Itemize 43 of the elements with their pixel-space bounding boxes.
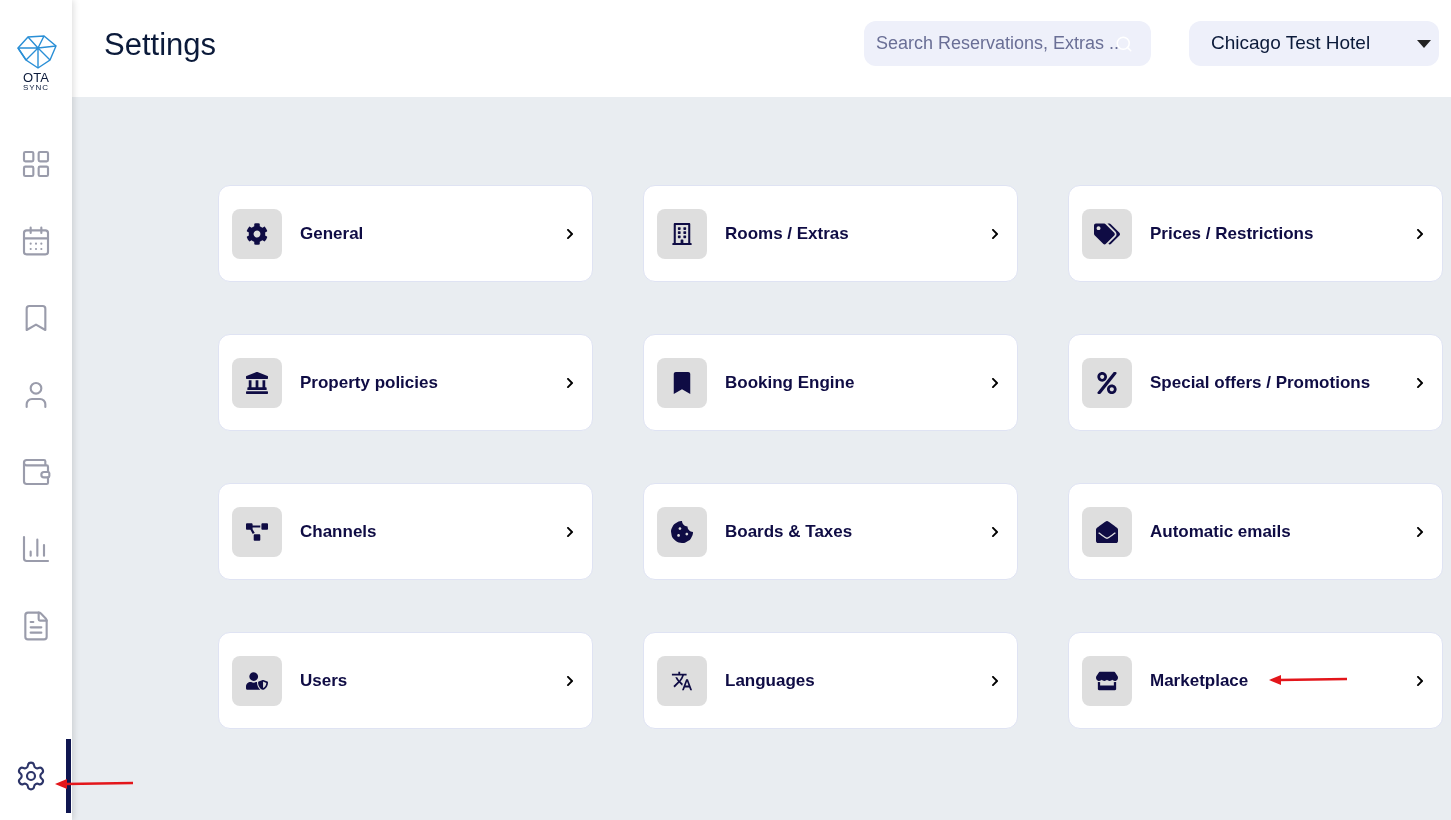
chevron-right-icon [989,674,1001,687]
network-logo-icon [14,34,58,70]
store-icon [1082,655,1132,706]
settings-card[interactable]: Booking Engine [643,334,1018,431]
settings-card[interactable]: Boards & Taxes [643,483,1018,580]
translate-icon [657,655,707,706]
settings-card[interactable]: General [218,185,593,282]
user-shield-icon [232,655,282,706]
logo-subtext: SYNC [22,84,50,92]
caret-icon [1417,39,1431,48]
property-dropdown[interactable]: Chicago Test Hotel [1189,21,1439,66]
bank-icon [232,357,282,408]
percent-icon [1082,357,1132,408]
chevron-right-icon [564,674,576,687]
chevron-right-icon [989,227,1001,240]
settings-card[interactable]: Special offers / Promotions [1068,334,1443,431]
building-icon [657,208,707,259]
chevron-right-icon [1414,227,1426,240]
cookie-icon [657,506,707,557]
settings-card[interactable]: Prices / Restrictions [1068,185,1443,282]
page-title: Settings [104,26,216,65]
tags-icon [1082,208,1132,259]
logo-text: OTA [23,71,49,84]
settings-card[interactable]: Languages [643,632,1018,729]
settings-card[interactable]: Property policies [218,334,593,431]
settings-card[interactable]: Rooms / Extras [643,185,1018,282]
chevron-right-icon [564,227,576,240]
chevron-right-icon [564,525,576,538]
settings-card[interactable]: Automatic emails [1068,483,1443,580]
chevron-right-icon [1414,376,1426,389]
chevron-right-icon [564,376,576,389]
bookmark-icon [657,357,707,408]
settings-card[interactable]: Marketplace [1068,632,1443,729]
chevron-right-icon [1414,674,1426,687]
chevron-right-icon [1414,525,1426,538]
gear-icon [232,208,282,259]
settings-card[interactable]: Users [218,632,593,729]
hierarchy-icon [232,506,282,557]
chevron-right-icon [989,376,1001,389]
search-field[interactable]: Search Reservations, Extras .. [864,21,1151,66]
chevron-right-icon [989,525,1001,538]
envelope-icon [1082,506,1132,557]
settings-card[interactable]: Channels [218,483,593,580]
